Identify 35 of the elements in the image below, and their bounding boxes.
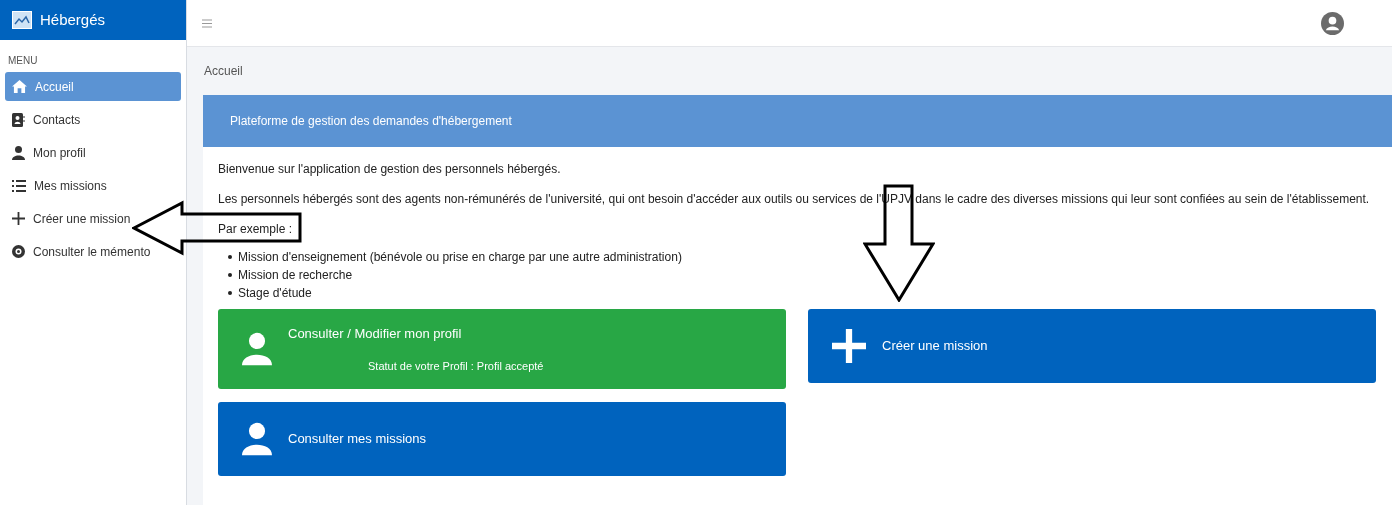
sidebar-item[interactable]: Créer une mission <box>5 204 181 233</box>
person-icon <box>12 145 25 160</box>
eye-icon <box>12 245 25 258</box>
plus-icon <box>12 212 25 225</box>
user-avatar-icon[interactable] <box>1321 11 1344 35</box>
list-item: Mission d'enseignement (bénévole ou prise en charge par une autre administration) <box>238 248 682 266</box>
list-item: Stage d'étude <box>238 284 312 302</box>
contact-card-icon <box>12 112 25 127</box>
tile-title: Créer une mission <box>882 337 988 356</box>
person-icon <box>242 331 272 367</box>
breadcrumb[interactable]: Accueil <box>204 62 243 80</box>
tile-title: Consulter mes missions <box>288 430 426 449</box>
action-tile[interactable]: Consulter mes missions <box>218 402 786 476</box>
plus-icon <box>832 329 866 363</box>
sidebar-item[interactable]: Contacts <box>5 105 181 134</box>
bullet-icon <box>228 254 232 259</box>
examples-label: Par exemple : <box>218 221 294 238</box>
tile-title: Consulter / Modifier mon profil <box>288 325 463 343</box>
list-item: Mission de recherche <box>238 266 353 284</box>
sidebar-item[interactable]: Mes missions <box>5 171 181 200</box>
action-tile[interactable]: Créer une mission <box>808 309 1376 383</box>
person-icon <box>242 421 272 457</box>
bullet-icon <box>228 290 232 295</box>
menu-heading: MENU <box>7 54 39 68</box>
home-icon <box>12 80 27 93</box>
profile-status: Statut de votre Profil : Profil accepté <box>367 358 544 374</box>
menu-icon[interactable] <box>202 18 212 28</box>
bullet-icon <box>228 272 232 277</box>
paragraph: Bienvenue sur l'application de gestion des personnels hébergés. <box>218 161 562 178</box>
sidebar-item[interactable]: Mon profil <box>5 138 181 167</box>
logo-icon <box>12 11 32 29</box>
card-title: Plateforme de gestion des demandes d'hébergement <box>230 113 512 130</box>
list-icon <box>12 179 26 192</box>
sidebar-item[interactable]: Consulter le mémento <box>5 237 181 266</box>
app-title: Hébergés <box>40 9 106 30</box>
